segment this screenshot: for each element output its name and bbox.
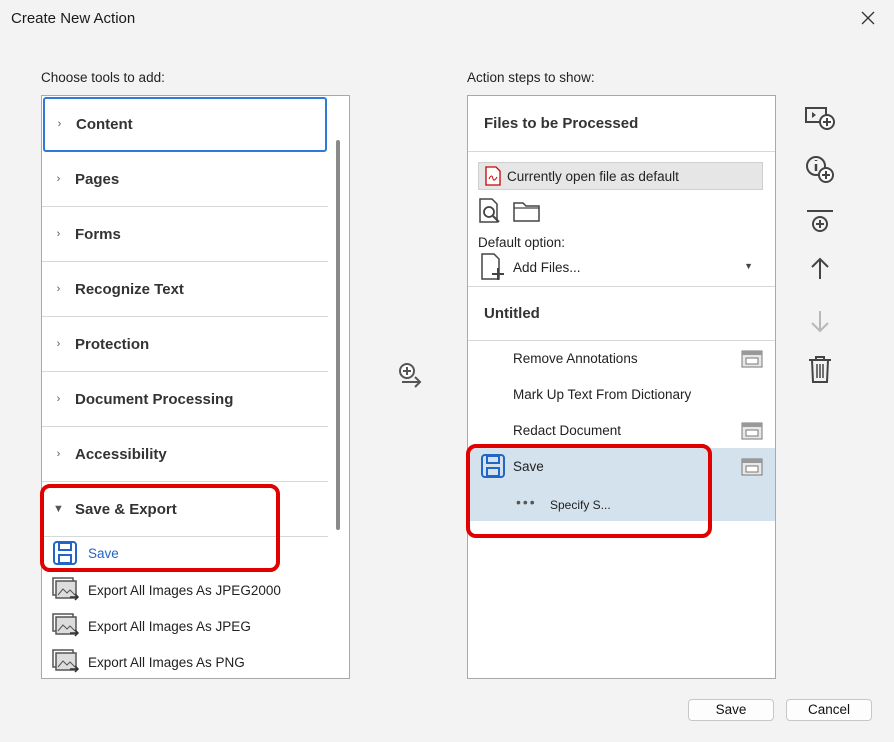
add-to-action-icon[interactable] xyxy=(396,362,426,390)
chevron-right-icon: › xyxy=(56,283,61,295)
category-content[interactable]: › Content xyxy=(43,97,327,152)
tool-export-jpeg2000[interactable]: Export All Images As JPEG2000 xyxy=(52,576,281,604)
trash-icon[interactable] xyxy=(804,354,836,386)
tool-export-png[interactable]: Export All Images As PNG xyxy=(52,648,245,676)
move-up-icon[interactable] xyxy=(804,253,836,285)
folder-icon[interactable] xyxy=(513,200,541,222)
default-option-select[interactable]: Add Files... ▼ xyxy=(478,252,763,282)
options-dialog-icon[interactable] xyxy=(741,350,763,368)
export-image-icon xyxy=(52,576,88,604)
category-pages[interactable]: › Pages xyxy=(42,152,328,207)
files-to-process-header: Files to be Processed xyxy=(484,115,639,132)
dropdown-arrow-icon: ▼ xyxy=(744,261,753,271)
options-dialog-icon[interactable] xyxy=(741,458,763,476)
current-file-row[interactable]: Currently open file as default xyxy=(478,162,763,190)
divider xyxy=(468,151,775,152)
default-option-label: Default option: xyxy=(478,235,566,250)
step-remove-annotations[interactable]: Remove Annotations xyxy=(513,351,638,366)
choose-tools-label: Choose tools to add: xyxy=(41,70,165,85)
chevron-right-icon: › xyxy=(57,118,62,130)
category-recognize-text[interactable]: › Recognize Text xyxy=(42,262,328,317)
export-image-icon xyxy=(52,648,88,676)
add-file-icon xyxy=(481,253,504,280)
chevron-right-icon: › xyxy=(56,448,61,460)
chevron-right-icon: › xyxy=(56,338,61,350)
add-panel-separator-icon[interactable] xyxy=(804,207,836,239)
step-redact-document[interactable]: Redact Document xyxy=(513,423,621,438)
search-file-icon[interactable] xyxy=(478,198,506,224)
divider xyxy=(468,340,775,341)
divider xyxy=(468,286,775,287)
save-button[interactable]: Save xyxy=(688,699,774,721)
highlight-box-right xyxy=(466,444,712,538)
close-icon[interactable] xyxy=(856,6,880,30)
action-steps-list: Files to be Processed Currently open fil… xyxy=(467,95,776,679)
cancel-button[interactable]: Cancel xyxy=(786,699,872,721)
options-dialog-icon[interactable] xyxy=(741,422,763,440)
category-forms[interactable]: › Forms xyxy=(42,207,328,262)
chevron-right-icon: › xyxy=(56,393,61,405)
scrollbar[interactable] xyxy=(336,140,340,530)
chevron-right-icon: › xyxy=(56,173,61,185)
highlight-box-left xyxy=(40,484,280,572)
action-steps-label: Action steps to show: xyxy=(467,70,595,85)
add-instructions-icon[interactable] xyxy=(804,154,836,186)
move-down-icon[interactable] xyxy=(804,305,836,337)
dialog-title: Create New Action xyxy=(11,10,136,27)
step-mark-up-text[interactable]: Mark Up Text From Dictionary xyxy=(513,387,691,402)
pdf-file-icon xyxy=(479,166,507,186)
chevron-right-icon: › xyxy=(56,228,61,240)
untitled-header: Untitled xyxy=(484,305,540,322)
title-bar: Create New Action xyxy=(0,0,894,40)
category-accessibility[interactable]: › Accessibility xyxy=(42,427,328,482)
export-image-icon xyxy=(52,612,88,640)
category-document-processing[interactable]: › Document Processing xyxy=(42,372,328,427)
tools-list: › Content › Pages › Forms › Recognize Text ›… xyxy=(41,95,350,679)
tool-export-jpeg[interactable]: Export All Images As JPEG xyxy=(52,612,251,640)
category-protection[interactable]: › Protection xyxy=(42,317,328,372)
add-message-icon[interactable] xyxy=(804,103,836,135)
